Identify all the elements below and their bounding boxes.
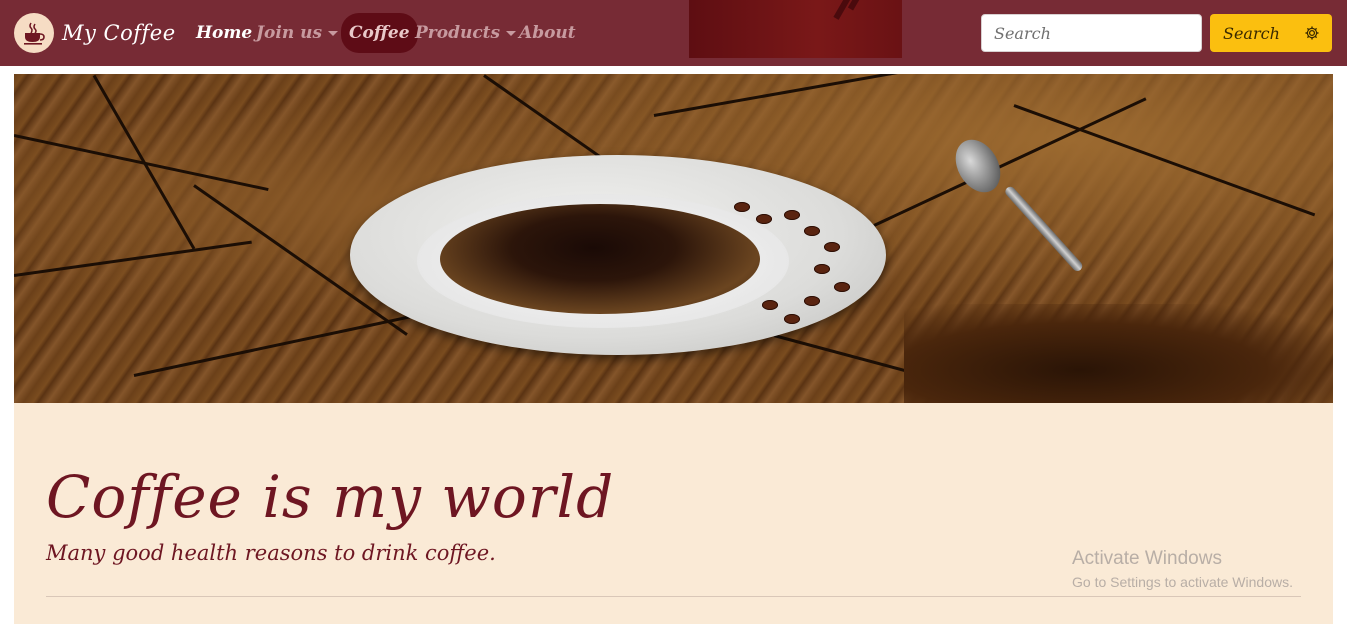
wood-crack [14,240,252,277]
brand-link[interactable]: My Coffee [14,12,176,54]
nav-link-coffee[interactable]: Coffee [341,13,418,53]
decorative-streak [847,0,861,11]
hero-image [14,74,1333,403]
wood-crack [133,311,428,377]
chevron-down-icon [506,31,517,36]
watermark-subtitle: Go to Settings to activate Windows. [1072,574,1293,590]
brand-name: My Coffee [62,21,176,45]
chevron-down-icon [328,31,339,36]
gear-icon [1305,26,1319,40]
wood-crack [1013,104,1316,217]
nav-link-about[interactable]: About [519,16,576,50]
jumbotron: Coffee is my world Many good health reas… [14,403,1333,624]
nav-link-join-us-label: Join us [256,23,323,43]
spoon-handle [1003,184,1085,274]
divider [46,596,1301,597]
wood-crack [14,134,269,192]
navbar-decorative-block [689,0,902,58]
wood-dark-patch [904,304,1333,403]
wood-crack [653,74,1009,117]
top-navbar: My Coffee Home Join us Coffee Products A… [0,0,1347,66]
nav-link-products[interactable]: Products [415,16,517,50]
coffee-bean [762,300,778,310]
coffee-bean [834,282,850,292]
coffee-bean [734,202,750,212]
coffee-bean [784,314,800,324]
decorative-streak [833,0,851,20]
coffee-bean [784,210,800,220]
coffee-bean [814,264,830,274]
coffee-bean [824,242,840,252]
coffee-bean [804,226,820,236]
nav-link-products-label: Products [415,23,501,43]
activation-watermark: Activate Windows Go to Settings to activ… [1072,548,1293,590]
nav-link-home[interactable]: Home [196,16,252,50]
wood-crack [873,97,1147,227]
page-subtitle: Many good health reasons to drink coffee… [46,541,496,565]
page-title: Coffee is my world [46,463,615,531]
search-button[interactable]: Search [1210,14,1332,52]
nav-link-join-us[interactable]: Join us [256,16,339,50]
wood-crack [92,74,196,250]
coffee-cup-icon [14,13,54,53]
search-input[interactable] [981,14,1202,52]
search-button-label: Search [1223,23,1280,43]
coffee-bean [756,214,772,224]
coffee-liquid [440,204,760,314]
coffee-bean [804,296,820,306]
watermark-title: Activate Windows [1072,548,1222,569]
